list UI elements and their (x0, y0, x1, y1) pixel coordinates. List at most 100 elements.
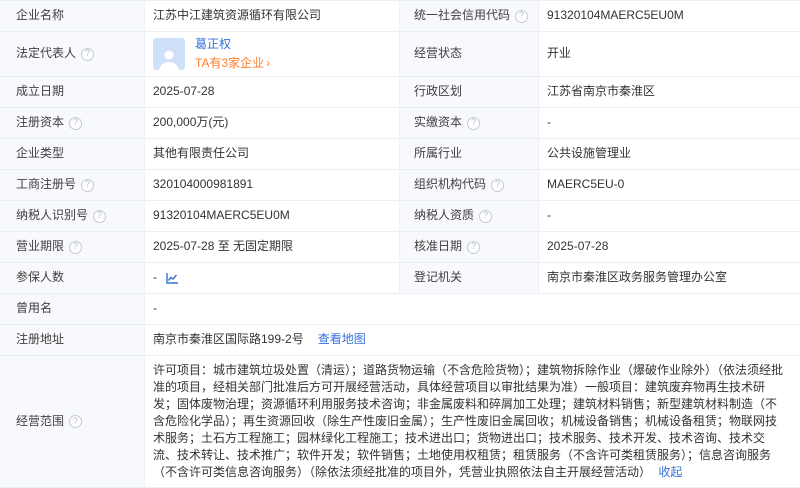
table-row: 纳税人识别号 ? 91320104MAERC5EU0M 纳税人资质 ? - (0, 201, 800, 232)
field-label-taxpayer-id: 纳税人识别号 ? (0, 201, 145, 231)
industry-text: 公共设施管理业 (547, 146, 632, 161)
field-label-biz-status: 经营状态 (400, 32, 539, 76)
paid-capital-text: - (547, 115, 551, 130)
label-text: 营业期限 (16, 239, 65, 254)
legal-rep-companies-link[interactable]: TA有3家企业 › (195, 56, 270, 72)
biz-status-text: 开业 (547, 46, 572, 61)
label-text: 核准日期 (414, 239, 463, 254)
field-value-org-code: MAERC5EU-0 (539, 170, 800, 200)
field-value-reg-address: 南京市秦淮区国际路199-2号 查看地图 (145, 325, 800, 355)
field-label-establish-date: 成立日期 (0, 77, 145, 107)
help-icon[interactable]: ? (491, 178, 505, 192)
field-value-taxpayer-quality: - (539, 201, 800, 231)
help-icon[interactable]: ? (479, 209, 493, 223)
field-value-reg-number: 320104000981891 (145, 170, 400, 200)
taxpayer-quality-text: - (547, 208, 551, 223)
person-icon (159, 50, 179, 70)
help-icon[interactable]: ? (467, 240, 481, 254)
former-name-text: - (153, 301, 157, 316)
admin-division-text: 江苏省南京市秦淮区 (547, 84, 656, 99)
help-icon[interactable]: ? (515, 9, 529, 23)
field-label-reg-authority: 登记机关 (400, 263, 539, 293)
label-text: 经营状态 (414, 46, 463, 61)
label-text: 所属行业 (414, 146, 463, 161)
company-name-text: 江苏中江建筑资源循环有限公司 (153, 8, 322, 23)
company-info-table: 企业名称 江苏中江建筑资源循环有限公司 统一社会信用代码 ? 91320104M… (0, 0, 800, 488)
reg-authority-text: 南京市秦淮区政务服务管理办公室 (547, 270, 728, 285)
field-value-company-type: 其他有限责任公司 (145, 139, 400, 169)
label-text: 企业类型 (16, 146, 65, 161)
field-value-biz-scope: 许可项目：城市建筑垃圾处置（清运）；道路货物运输（不含危险货物）；建筑物拆除作业… (145, 356, 800, 487)
taxpayer-id-text: 91320104MAERC5EU0M (153, 208, 290, 223)
help-icon[interactable]: ? (467, 116, 481, 130)
label-text: 纳税人资质 (414, 208, 475, 223)
field-label-reg-number: 工商注册号 ? (0, 170, 145, 200)
field-value-biz-term: 2025-07-28 至 无固定期限 (145, 232, 400, 262)
reg-capital-text: 200,000万(元) (153, 115, 229, 130)
trend-chart-icon[interactable] (165, 272, 179, 285)
insured-count-text: - (153, 270, 157, 285)
field-value-reg-authority: 南京市秦淮区政务服务管理办公室 (539, 263, 800, 293)
table-row: 法定代表人 ? 葛正权 TA有3家企业 › 经营状态 开业 (0, 32, 800, 77)
field-value-taxpayer-id: 91320104MAERC5EU0M (145, 201, 400, 231)
field-label-biz-term: 营业期限 ? (0, 232, 145, 262)
label-text: 纳税人识别号 (16, 208, 89, 223)
field-label-insured-count: 参保人数 (0, 263, 145, 293)
table-row: 曾用名 - (0, 294, 800, 325)
field-label-reg-address: 注册地址 (0, 325, 145, 355)
label-text: 注册地址 (16, 332, 65, 347)
approval-date-text: 2025-07-28 (547, 239, 609, 254)
help-icon[interactable]: ? (69, 240, 83, 254)
view-map-link[interactable]: 查看地图 (318, 332, 366, 348)
company-type-text: 其他有限责任公司 (153, 146, 250, 161)
field-value-company-name: 江苏中江建筑资源循环有限公司 (145, 1, 400, 31)
label-text: 企业名称 (16, 8, 65, 23)
reg-address-text: 南京市秦淮区国际路199-2号 (153, 332, 304, 347)
legal-rep-name-link[interactable]: 葛正权 (195, 37, 270, 53)
help-icon[interactable]: ? (93, 209, 107, 223)
label-text: 注册资本 (16, 115, 65, 130)
field-value-legal-rep: 葛正权 TA有3家企业 › (145, 32, 400, 76)
field-label-industry: 所属行业 (400, 139, 539, 169)
field-label-taxpayer-quality: 纳税人资质 ? (400, 201, 539, 231)
biz-term-text: 2025-07-28 至 无固定期限 (153, 239, 294, 254)
field-label-company-type: 企业类型 (0, 139, 145, 169)
field-label-reg-capital: 注册资本 ? (0, 108, 145, 138)
org-code-text: MAERC5EU-0 (547, 177, 625, 192)
label-text: 登记机关 (414, 270, 463, 285)
establish-date-text: 2025-07-28 (153, 84, 215, 99)
collapse-link[interactable]: 收起 (658, 465, 682, 479)
label-text: 工商注册号 (16, 177, 77, 192)
table-row: 营业期限 ? 2025-07-28 至 无固定期限 核准日期 ? 2025-07… (0, 232, 800, 263)
field-value-credit-code: 91320104MAERC5EU0M (539, 1, 800, 31)
help-icon[interactable]: ? (81, 178, 95, 192)
field-value-industry: 公共设施管理业 (539, 139, 800, 169)
label-text: 经营范围 (16, 413, 65, 428)
help-icon[interactable]: ? (69, 116, 83, 130)
field-label-admin-division: 行政区划 (400, 77, 539, 107)
field-label-paid-capital: 实缴资本 ? (400, 108, 539, 138)
field-value-admin-division: 江苏省南京市秦淮区 (539, 77, 800, 107)
table-row: 成立日期 2025-07-28 行政区划 江苏省南京市秦淮区 (0, 77, 800, 108)
label-text: 曾用名 (16, 301, 53, 316)
field-value-approval-date: 2025-07-28 (539, 232, 800, 262)
field-label-org-code: 组织机构代码 ? (400, 170, 539, 200)
field-label-former-name: 曾用名 (0, 294, 145, 324)
reg-number-text: 320104000981891 (153, 177, 254, 192)
label-text: 实缴资本 (414, 115, 463, 130)
label-text: 法定代表人 (16, 46, 77, 61)
help-icon[interactable]: ? (81, 47, 95, 61)
field-value-reg-capital: 200,000万(元) (145, 108, 400, 138)
label-text: 行政区划 (414, 84, 463, 99)
table-row: 企业名称 江苏中江建筑资源循环有限公司 统一社会信用代码 ? 91320104M… (0, 1, 800, 32)
field-label-approval-date: 核准日期 ? (400, 232, 539, 262)
table-row: 注册资本 ? 200,000万(元) 实缴资本 ? - (0, 108, 800, 139)
field-value-insured-count: - (145, 263, 400, 293)
field-value-paid-capital: - (539, 108, 800, 138)
table-row: 工商注册号 ? 320104000981891 组织机构代码 ? MAERC5E… (0, 170, 800, 201)
field-label-biz-scope: 经营范围 ? (0, 356, 145, 487)
chevron-right-icon: › (266, 56, 271, 71)
avatar[interactable] (153, 38, 185, 70)
help-icon[interactable]: ? (69, 415, 83, 428)
field-value-establish-date: 2025-07-28 (145, 77, 400, 107)
